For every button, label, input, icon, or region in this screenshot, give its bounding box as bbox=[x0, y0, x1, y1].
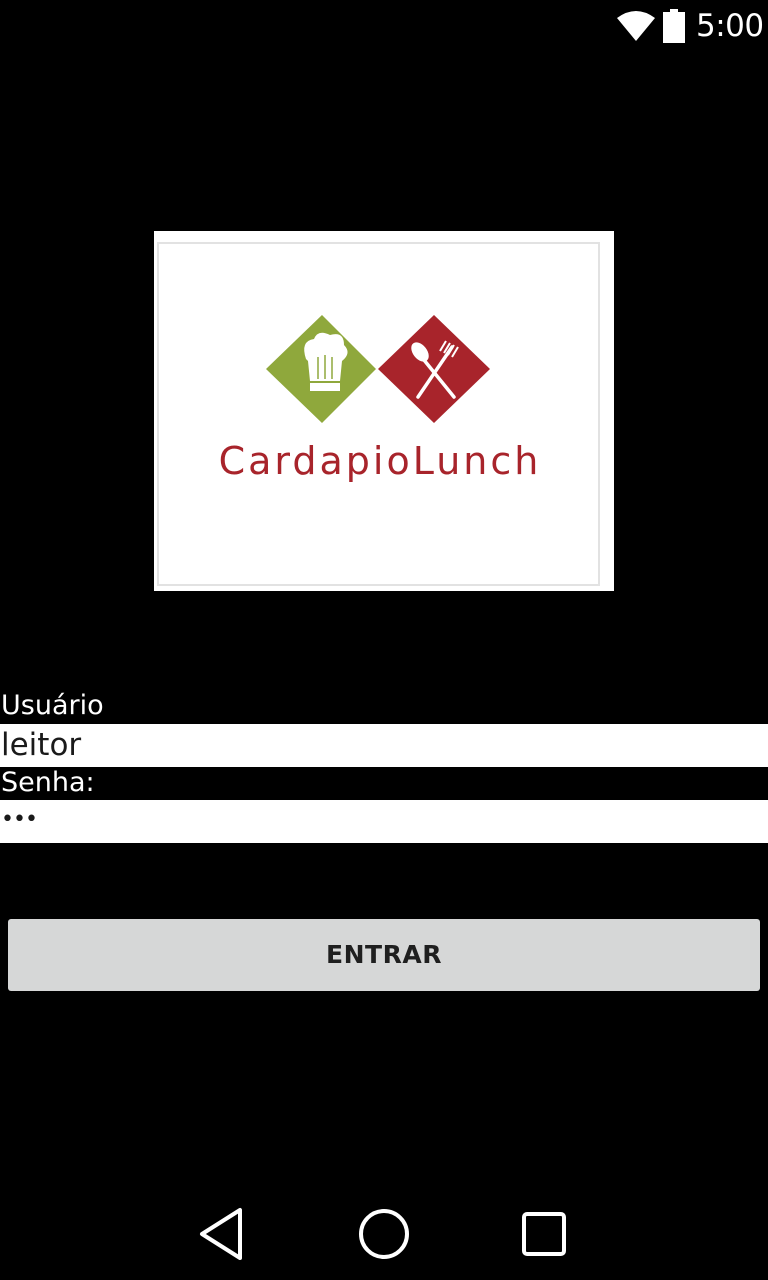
battery-full-icon bbox=[663, 9, 685, 43]
fork-spoon-icon bbox=[378, 315, 490, 423]
username-label: Usuário bbox=[1, 690, 104, 721]
app-logo: CardapioLunch bbox=[154, 231, 614, 591]
recent-apps-icon[interactable] bbox=[512, 1202, 576, 1266]
username-input[interactable]: leitor bbox=[0, 724, 768, 767]
password-label: Senha: bbox=[1, 767, 95, 798]
login-button[interactable]: ENTRAR bbox=[8, 919, 760, 991]
password-input[interactable]: ••• bbox=[0, 800, 768, 843]
wifi-icon bbox=[617, 11, 655, 41]
logo-wordmark: CardapioLunch bbox=[219, 439, 542, 483]
navigation-bar bbox=[0, 1184, 768, 1280]
status-clock: 5:00 bbox=[696, 8, 764, 44]
home-icon[interactable] bbox=[352, 1202, 416, 1266]
chef-hat-icon bbox=[266, 315, 376, 423]
status-bar: 5:00 bbox=[0, 0, 768, 52]
login-screen: 5:00 CardapioLunch Usuário leitor Senha:… bbox=[0, 0, 768, 1280]
back-icon[interactable] bbox=[190, 1202, 254, 1266]
